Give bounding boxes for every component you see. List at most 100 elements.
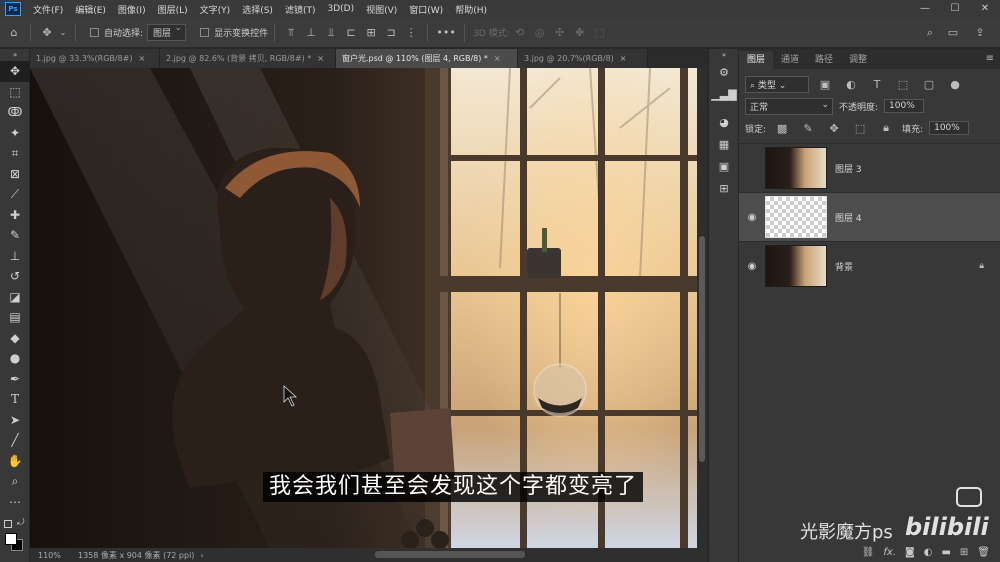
blur-tool-icon[interactable]: ◆ xyxy=(0,328,30,349)
align-vcenter-icon[interactable]: ⊥ xyxy=(303,26,319,40)
lock-image-icon[interactable]: ✎ xyxy=(800,121,816,135)
marquee-tool-icon[interactable]: ⬚ xyxy=(0,82,30,103)
horizontal-scrollbar[interactable] xyxy=(375,551,525,558)
close-icon[interactable]: × xyxy=(139,49,146,68)
fill-input[interactable]: 100% xyxy=(929,121,970,135)
swatches-icon[interactable]: ▦ xyxy=(709,133,739,155)
patterns-icon[interactable]: ⊞ xyxy=(709,177,739,199)
tab-adjustments[interactable]: 调整 xyxy=(841,51,875,69)
tab-document-1[interactable]: 1.jpg @ 33.3%(RGB/8#) × xyxy=(30,49,160,68)
scrollbar-thumb[interactable] xyxy=(699,236,705,462)
brush-tool-icon[interactable]: ✎ xyxy=(0,225,30,246)
layer-filter-dropdown[interactable]: ⌕ 类型 ⌄ xyxy=(745,75,809,93)
tab-layers[interactable]: 图层 xyxy=(739,51,774,69)
panel-menu-icon[interactable]: ≡ xyxy=(986,53,994,64)
menu-filter[interactable]: 滤镜(T) xyxy=(279,3,322,16)
link-icon[interactable]: ⛓ xyxy=(862,547,875,558)
show-transform-checkbox[interactable] xyxy=(200,28,210,37)
pen-tool-icon[interactable]: ✒ xyxy=(0,369,30,390)
opacity-input[interactable]: 100% xyxy=(884,99,925,113)
eyedropper-tool-icon[interactable]: ⟋ xyxy=(0,184,30,205)
3d-slide-icon[interactable]: ✤ xyxy=(572,26,588,40)
more-tools-icon[interactable]: ⋯ xyxy=(0,492,30,513)
filter-shape-icon[interactable]: ⬚ xyxy=(895,77,911,91)
group-icon[interactable]: ▬ xyxy=(941,547,950,558)
filter-type-icon[interactable]: T xyxy=(869,77,885,91)
menu-select[interactable]: 选择(S) xyxy=(236,3,279,16)
menu-view[interactable]: 视图(V) xyxy=(360,3,403,16)
eye-icon[interactable]: ◉ xyxy=(739,261,765,272)
filter-toggle-icon[interactable]: ● xyxy=(947,77,963,91)
color-icon[interactable]: ◕ xyxy=(709,111,739,133)
zoom-level[interactable]: 110% xyxy=(38,551,78,560)
panel-collapse-icon[interactable]: » xyxy=(0,49,30,61)
menu-edit[interactable]: 编辑(E) xyxy=(69,3,112,16)
menu-image[interactable]: 图像(I) xyxy=(112,3,152,16)
vertical-scrollbar[interactable] xyxy=(697,68,707,548)
menu-layer[interactable]: 图层(L) xyxy=(152,3,194,16)
close-icon[interactable]: × xyxy=(620,49,627,68)
layer-row-background[interactable]: ◉ 背景 🔒︎ xyxy=(739,241,1000,290)
gradient-tool-icon[interactable]: ▤ xyxy=(0,307,30,328)
dodge-tool-icon[interactable]: ● xyxy=(0,348,30,369)
lock-artboard-icon[interactable]: ⬚ xyxy=(852,121,868,135)
3d-pan-icon[interactable]: ✣ xyxy=(552,26,568,40)
adjustment-icon[interactable]: ◐ xyxy=(924,547,933,558)
menu-type[interactable]: 文字(Y) xyxy=(194,3,237,16)
tab-document-active[interactable]: 窗户光.psd @ 110% (图层 4, RGB/8) * × xyxy=(336,49,518,68)
trash-icon[interactable]: 🗑︎ xyxy=(977,547,990,558)
tab-document-4[interactable]: 3.jpg @ 20.7%(RGB/8) × xyxy=(518,49,648,68)
clone-stamp-tool-icon[interactable]: ⊥ xyxy=(0,246,30,267)
menu-window[interactable]: 窗口(W) xyxy=(403,3,449,16)
close-icon[interactable]: × xyxy=(317,49,324,68)
chevron-down-icon[interactable]: ⌄ xyxy=(59,26,67,40)
menu-3d[interactable]: 3D(D) xyxy=(321,4,360,14)
align-right-icon[interactable]: ⊐ xyxy=(383,26,399,40)
visibility-toggle[interactable]: ◉ xyxy=(739,163,765,174)
lock-position-icon[interactable]: ✥ xyxy=(826,121,842,135)
gradients-icon[interactable]: ▣ xyxy=(709,155,739,177)
eraser-tool-icon[interactable]: ◪ xyxy=(0,287,30,308)
workspace-icon[interactable]: ▭ xyxy=(945,26,961,40)
line-tool-icon[interactable]: ╱ xyxy=(0,430,30,451)
mask-icon[interactable]: ◙ xyxy=(905,547,915,558)
3d-orbit-icon[interactable]: ⟲ xyxy=(512,26,528,40)
tab-document-2[interactable]: 2.jpg @ 82.6% (背景 拷贝, RGB/8#) * × xyxy=(160,49,336,68)
magic-wand-tool-icon[interactable]: ✦ xyxy=(0,123,30,144)
more-options-icon[interactable]: ••• xyxy=(436,26,456,40)
history-brush-tool-icon[interactable]: ↺ xyxy=(0,266,30,287)
filter-pixel-icon[interactable]: ▣ xyxy=(817,77,833,91)
crop-tool-icon[interactable]: ⌗ xyxy=(0,143,30,164)
3d-scale-icon[interactable]: ⬚ xyxy=(592,26,608,40)
home-icon[interactable]: ⌂ xyxy=(6,26,22,40)
path-selection-tool-icon[interactable]: ➤ xyxy=(0,410,30,431)
default-colors-icon[interactable] xyxy=(4,520,12,528)
layer-row-3[interactable]: ◉ 图层 3 xyxy=(739,143,1000,192)
blend-mode-dropdown[interactable]: 正常 ⌄ xyxy=(745,97,833,115)
swap-colors-icon[interactable]: ⤾ xyxy=(17,518,25,528)
search-icon[interactable]: ⌕ xyxy=(922,26,938,40)
properties-icon[interactable]: ⚙ xyxy=(709,61,739,83)
3d-roll-icon[interactable]: ◎ xyxy=(532,26,548,40)
zoom-tool-icon[interactable]: ⌕ xyxy=(0,471,30,492)
menu-help[interactable]: 帮助(H) xyxy=(449,3,493,16)
move-tool-icon[interactable]: ✥ xyxy=(39,26,55,40)
lock-transparent-icon[interactable]: ▩ xyxy=(774,121,790,135)
close-icon[interactable]: × xyxy=(494,49,501,68)
close-window-button[interactable]: ✕ xyxy=(970,0,1000,18)
hand-tool-icon[interactable]: ✋ xyxy=(0,451,30,472)
histogram-icon[interactable]: ▁▃▇ xyxy=(709,83,739,105)
layer-row-4[interactable]: ◉ 图层 4 xyxy=(739,192,1000,241)
tab-paths[interactable]: 路径 xyxy=(807,51,841,69)
auto-select-checkbox[interactable] xyxy=(90,28,99,37)
filter-smart-object-icon[interactable]: ▢ xyxy=(921,77,937,91)
panel-collapse-icon[interactable]: « xyxy=(709,49,739,61)
layer-name[interactable]: 背景 xyxy=(835,260,853,273)
new-layer-icon[interactable]: ⊞ xyxy=(960,547,968,558)
align-top-icon[interactable]: ⫪ xyxy=(283,26,299,40)
lock-all-icon[interactable]: 🔒︎ xyxy=(878,121,894,135)
minimize-button[interactable]: — xyxy=(910,0,940,18)
align-bottom-icon[interactable]: ⫫ xyxy=(323,26,339,40)
filter-adjustment-icon[interactable]: ◐ xyxy=(843,77,859,91)
fx-icon[interactable]: fx. xyxy=(883,547,896,558)
